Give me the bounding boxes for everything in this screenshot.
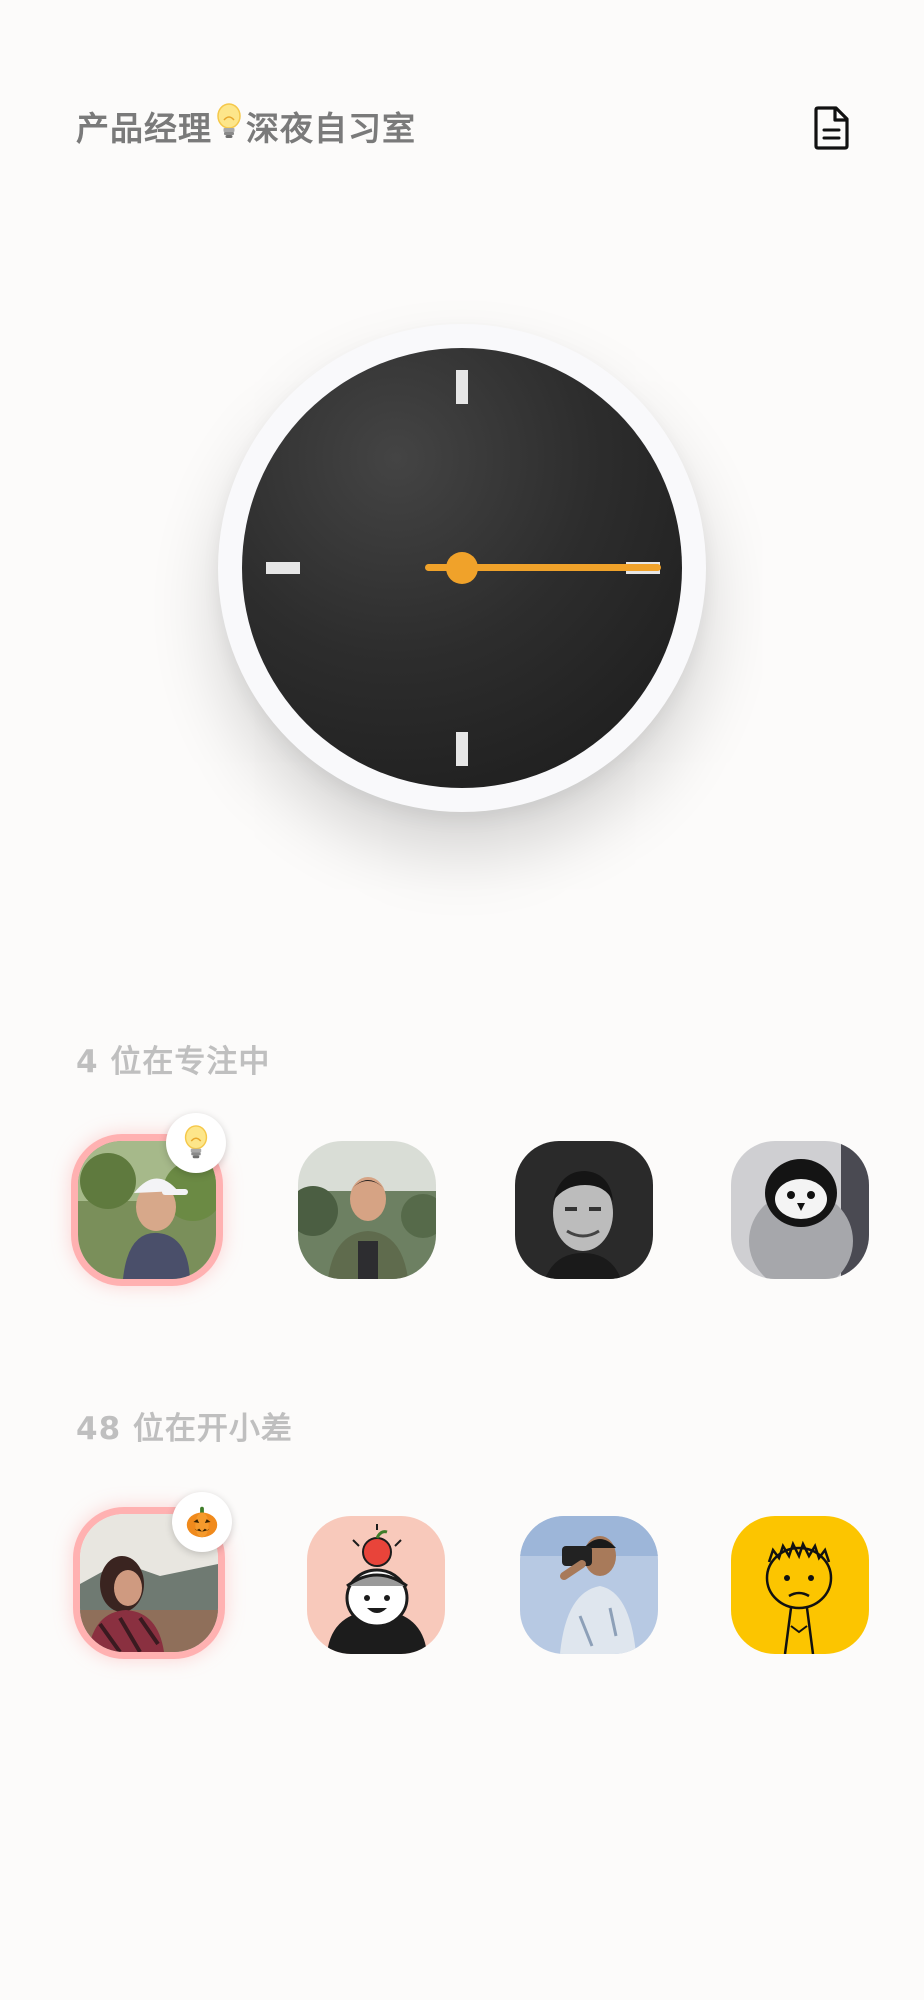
clock-tick-6 (456, 732, 468, 766)
clock-tick-9 (266, 562, 300, 574)
avatar-user-penguin[interactable] (731, 1141, 869, 1279)
status-badge (172, 1492, 232, 1552)
clock-tick-12 (456, 370, 468, 404)
status-badge (166, 1113, 226, 1173)
avatar-user-photographer[interactable] (520, 1516, 658, 1654)
avatar-user-yellow-doodle[interactable] (731, 1516, 869, 1654)
clock-hub (446, 552, 478, 584)
document-button[interactable] (812, 104, 852, 152)
avatar-user-apple-cartoon[interactable] (307, 1516, 445, 1654)
title-part-1: 产品经理 (76, 109, 212, 148)
avatar-user-field-girl[interactable] (80, 1492, 232, 1652)
avatar (307, 1516, 445, 1654)
page-title: 产品经理 深夜自习室 (76, 102, 416, 150)
avatar-user-cap-profile[interactable] (78, 1113, 226, 1279)
avatar-user-green-jacket[interactable] (298, 1141, 436, 1279)
avatar (731, 1141, 869, 1279)
focus-clock (218, 324, 706, 812)
avatar-user-bw-portrait[interactable] (515, 1141, 653, 1279)
title-part-2: 深夜自习室 (246, 109, 416, 148)
lightbulb-icon (184, 1125, 208, 1159)
focusing-count-label: 4 位在专注中 (76, 1044, 271, 1080)
avatar (515, 1141, 653, 1279)
lightbulb-icon (214, 102, 244, 150)
clock-face (242, 348, 682, 788)
avatar (298, 1141, 436, 1279)
avatar (520, 1516, 658, 1654)
pumpkin-icon (186, 1506, 218, 1538)
avatar (731, 1516, 869, 1654)
slacking-count-label: 48 位在开小差 (76, 1411, 293, 1447)
document-icon (814, 106, 849, 150)
